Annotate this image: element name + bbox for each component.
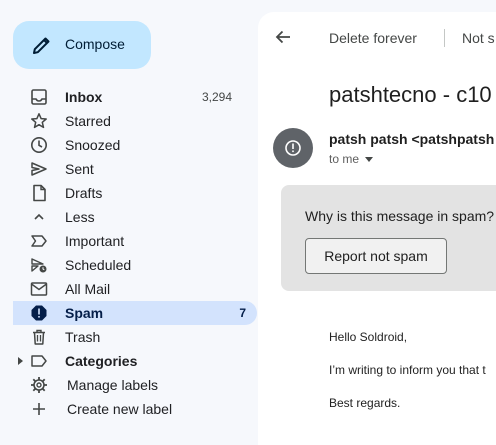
sidebar-item-create-label[interactable]: Create new label xyxy=(0,397,256,421)
recipient-label: to me xyxy=(329,152,360,166)
star-icon xyxy=(30,112,48,130)
label-icon xyxy=(30,352,48,370)
sidebar-item-starred[interactable]: Starred xyxy=(0,109,256,133)
sidebar-item-inbox[interactable]: Inbox 3,294 xyxy=(0,85,256,109)
sidebar-item-categories[interactable]: Categories xyxy=(0,349,256,373)
inbox-icon xyxy=(30,88,48,106)
plus-icon xyxy=(30,400,48,418)
compose-label: Compose xyxy=(65,36,125,52)
sidebar-item-trash[interactable]: Trash xyxy=(0,325,256,349)
compose-button[interactable]: Compose xyxy=(13,21,151,69)
trash-icon xyxy=(30,328,48,346)
toolbar-divider xyxy=(444,29,445,47)
report-not-spam-button[interactable]: Report not spam xyxy=(305,238,447,274)
sidebar-item-label: Create new label xyxy=(67,401,173,417)
sidebar-item-less[interactable]: Less xyxy=(0,205,256,229)
sidebar-item-label: Inbox xyxy=(65,89,103,105)
message-greeting: Hello Soldroid, xyxy=(329,330,408,344)
sidebar-item-all-mail[interactable]: All Mail xyxy=(0,277,256,301)
scheduled-send-icon xyxy=(30,256,48,274)
sidebar-item-label: All Mail xyxy=(65,281,111,297)
sidebar-item-label: Trash xyxy=(65,329,101,345)
clock-icon xyxy=(30,136,48,154)
gear-icon xyxy=(30,376,48,394)
message-toolbar: Delete forever Not s xyxy=(258,12,496,62)
sidebar-item-label: Categories xyxy=(65,353,138,369)
expand-arrow-icon[interactable] xyxy=(18,357,23,365)
sidebar-item-label: Sent xyxy=(65,161,94,177)
recipient-dropdown[interactable]: to me xyxy=(329,152,374,166)
delete-forever-button[interactable]: Delete forever xyxy=(329,30,417,46)
sidebar-item-label: Important xyxy=(65,233,125,249)
sender-name: patsh patsh <patshpatsh xyxy=(329,131,495,147)
sidebar-item-label: Scheduled xyxy=(65,257,132,273)
alert-icon xyxy=(285,140,301,156)
sidebar-item-spam[interactable]: Spam 7 xyxy=(13,301,257,325)
sidebar-item-snoozed[interactable]: Snoozed xyxy=(0,133,256,157)
not-spam-button[interactable]: Not s xyxy=(462,30,495,46)
sidebar-item-important[interactable]: Important xyxy=(0,229,256,253)
message-subject: patshtecno - c10 xyxy=(329,82,492,107)
sidebar-item-label: Less xyxy=(65,209,95,225)
sidebar-item-label: Snoozed xyxy=(65,137,121,153)
nav-list: Inbox 3,294 Starred Snoozed Sent Drafts … xyxy=(0,85,257,421)
sidebar-item-label: Starred xyxy=(65,113,111,129)
sidebar-item-scheduled[interactable]: Scheduled xyxy=(0,253,256,277)
send-icon xyxy=(30,160,48,178)
sidebar: Compose Inbox 3,294 Starred Snoozed Sent… xyxy=(0,0,257,445)
spam-count: 7 xyxy=(239,306,246,320)
important-icon xyxy=(30,232,48,250)
sidebar-item-drafts[interactable]: Drafts xyxy=(0,181,256,205)
inbox-count: 3,294 xyxy=(201,90,232,104)
message-body-line: I’m writing to inform you that t xyxy=(329,363,486,377)
spam-icon xyxy=(30,304,48,322)
sidebar-item-manage-labels[interactable]: Manage labels xyxy=(0,373,256,397)
all-mail-icon xyxy=(30,280,48,298)
sidebar-item-label: Drafts xyxy=(65,185,103,201)
sidebar-item-label: Spam xyxy=(65,305,104,321)
draft-file-icon xyxy=(30,184,48,202)
pencil-icon xyxy=(33,37,50,54)
back-arrow-icon[interactable] xyxy=(273,27,293,47)
avatar xyxy=(273,128,313,168)
sidebar-item-label: Manage labels xyxy=(67,377,159,393)
message-closing: Best regards. xyxy=(329,396,401,410)
sidebar-item-sent[interactable]: Sent xyxy=(0,157,256,181)
caret-down-icon xyxy=(365,156,374,162)
spam-warning-box: Why is this message in spam? Report not … xyxy=(281,185,496,291)
spam-question: Why is this message in spam? xyxy=(305,208,495,224)
message-view: Delete forever Not s patshtecno - c10 pa… xyxy=(258,12,496,445)
chevron-up-icon xyxy=(30,208,48,226)
